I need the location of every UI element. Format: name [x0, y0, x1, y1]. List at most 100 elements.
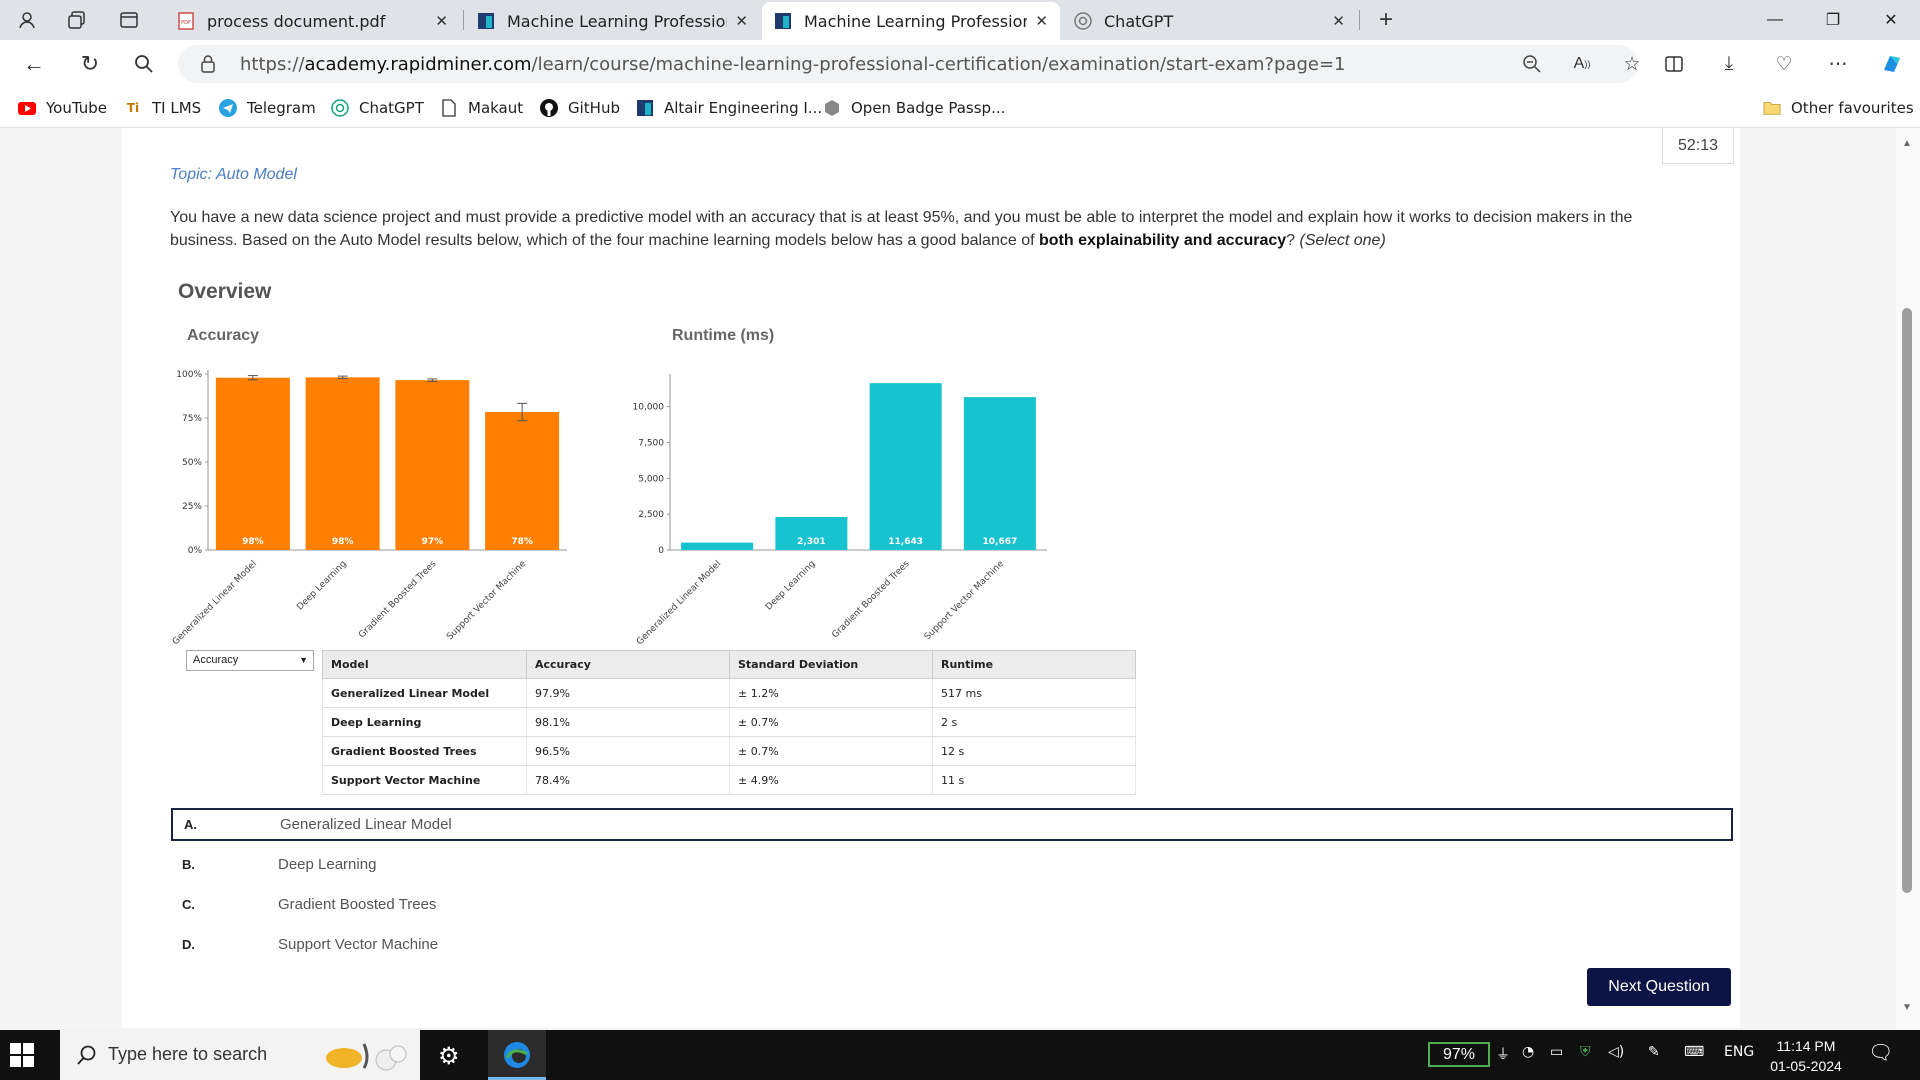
next-question-button[interactable]: Next Question	[1587, 968, 1731, 1006]
battery-indicator[interactable]: 97%	[1428, 1042, 1490, 1067]
exam-content: 52:13 Topic: Auto Model You have a new d…	[122, 128, 1740, 1028]
question-text: You have a new data science project and …	[170, 209, 1633, 249]
bookmark-github[interactable]: GitHub	[540, 96, 620, 120]
search-icon[interactable]	[130, 50, 158, 78]
read-aloud-icon[interactable]: A))	[1568, 50, 1596, 78]
x-tick-label: Deep Learning	[764, 559, 817, 612]
url-text[interactable]: https://academy.rapidminer.com/learn/cou…	[240, 54, 1345, 75]
page-scrollbar[interactable]: ▲ ▼	[1896, 128, 1920, 1030]
bar	[305, 377, 380, 550]
restore-icon[interactable]: ❐	[1810, 0, 1856, 40]
window-close-icon[interactable]: ✕	[1868, 0, 1914, 40]
windows-start-icon[interactable]	[10, 1043, 34, 1067]
runtime-chart: 0 2,500 5,000 7,500 10,000 Generalized Linear…	[633, 374, 1047, 645]
option-b[interactable]: B. Deep Learning	[171, 848, 1733, 881]
table-header: Runtime	[932, 650, 1136, 679]
chatgpt-icon	[331, 99, 349, 117]
security-shield-icon[interactable]: ⛨	[1580, 1044, 1591, 1060]
power-plug-icon[interactable]: ⏚	[1496, 1044, 1510, 1064]
accuracy-chart: 0% 25% 50% 75% 100% 98% Generalized Linear Mod…	[171, 370, 567, 645]
split-screen-icon[interactable]	[1660, 50, 1688, 78]
table-row: Deep Learning 98.1% ± 0.7% 2 s	[322, 707, 1136, 737]
overview-title: Overview	[178, 280, 272, 303]
close-icon[interactable]: ✕	[1332, 12, 1345, 30]
table-cell: 96.5%	[526, 736, 730, 766]
results-table: Model Accuracy Standard Deviation Runtim…	[322, 650, 1136, 795]
scroll-up-icon[interactable]: ▲	[1902, 138, 1912, 149]
battery-icon[interactable]: ▭	[1550, 1044, 1563, 1060]
bookmark-ti-lms[interactable]: Ti TI LMS	[124, 96, 201, 120]
y-tick-label: 25%	[182, 502, 202, 512]
volume-icon[interactable]: ◁)	[1608, 1044, 1624, 1060]
more-menu-icon[interactable]: ⋯	[1824, 50, 1852, 78]
downloads-icon[interactable]: ⤓	[1715, 50, 1743, 78]
table-cell: 517 ms	[932, 678, 1136, 708]
bookmark-open-badge[interactable]: Open Badge Passp...	[823, 96, 1005, 120]
minimize-icon[interactable]: —	[1752, 0, 1798, 40]
tab-process-document[interactable]: PDF process document.pdf ✕	[165, 2, 460, 40]
scroll-down-icon[interactable]: ▼	[1902, 1002, 1912, 1013]
table-cell: Deep Learning	[322, 707, 527, 737]
youtube-icon	[18, 99, 36, 117]
language-indicator[interactable]: ENG	[1724, 1044, 1754, 1060]
bookmark-telegram[interactable]: Telegram	[219, 96, 316, 120]
bookmark-altair[interactable]: Altair Engineering I...	[636, 96, 822, 120]
tab-chatgpt[interactable]: ChatGPT ✕	[1062, 2, 1357, 40]
page-icon	[440, 99, 458, 117]
bar	[869, 383, 942, 550]
option-letter: B.	[182, 857, 195, 872]
tab-actions-icon[interactable]	[116, 7, 142, 33]
keyboard-icon[interactable]: ⌨	[1684, 1044, 1704, 1060]
wifi-icon[interactable]: ◔	[1522, 1044, 1534, 1060]
favorite-star-icon[interactable]: ☆	[1618, 50, 1646, 78]
address-bar[interactable]: https://academy.rapidminer.com/learn/cou…	[178, 45, 1641, 83]
data-label: 98%	[332, 537, 354, 547]
windows-taskbar: Type here to search ⚙ 97% ⏚ ◔ ▭ ⛨ ◁) ✎ ⌨…	[0, 1030, 1920, 1080]
back-icon[interactable]: ←	[20, 50, 48, 78]
y-tick-label: 100%	[176, 370, 202, 380]
notifications-icon[interactable]: 🗨	[1868, 1040, 1893, 1064]
option-letter: A.	[184, 817, 197, 832]
metric-select[interactable]: Accuracy ▼	[186, 650, 314, 671]
tab-ml-professional-1[interactable]: Machine Learning Professional - ✕	[465, 2, 760, 40]
pen-icon[interactable]: ✎	[1648, 1044, 1660, 1060]
option-letter: D.	[182, 937, 195, 952]
profile-icon[interactable]	[14, 7, 40, 33]
tab-ml-professional-2[interactable]: Machine Learning Professional C ✕	[762, 2, 1060, 40]
topic-label: Topic: Auto Model	[170, 166, 297, 183]
close-icon[interactable]: ✕	[735, 12, 748, 30]
bookmark-youtube[interactable]: YouTube	[18, 96, 107, 120]
zoom-icon[interactable]	[1518, 50, 1546, 78]
table-header: Standard Deviation	[729, 650, 933, 679]
copilot-icon[interactable]	[1878, 50, 1906, 78]
y-tick-label: 0%	[188, 546, 203, 556]
scrollbar-thumb[interactable]	[1902, 308, 1912, 893]
taskbar-search[interactable]: Type here to search	[60, 1030, 420, 1080]
option-c[interactable]: C. Gradient Boosted Trees	[171, 888, 1733, 921]
bookmark-other-favourites[interactable]: Other favourites	[1763, 96, 1914, 120]
table-cell: ± 1.2%	[729, 678, 933, 708]
option-d[interactable]: D. Support Vector Machine	[171, 928, 1733, 961]
settings-gear-icon[interactable]: ⚙	[438, 1042, 460, 1071]
option-a[interactable]: A. Generalized Linear Model	[171, 808, 1733, 841]
browser-essentials-icon[interactable]: ♡	[1770, 50, 1798, 78]
data-label: 2,301	[797, 537, 825, 547]
tab-title: ChatGPT	[1104, 11, 1174, 31]
bar	[963, 397, 1036, 550]
clock[interactable]: 11:14 PM 01-05-2024	[1764, 1036, 1848, 1076]
exam-timer: 52:13	[1662, 128, 1734, 164]
bookmark-makaut[interactable]: Makaut	[440, 96, 523, 120]
table-header: Model	[322, 650, 527, 679]
table-cell: 78.4%	[526, 765, 730, 795]
close-icon[interactable]: ✕	[435, 12, 448, 30]
refresh-icon[interactable]: ↻	[76, 50, 104, 78]
edge-taskbar-icon[interactable]	[488, 1030, 546, 1080]
dropdown-arrow-icon: ▼	[299, 655, 308, 665]
new-tab-icon[interactable]: +	[1373, 6, 1399, 33]
table-cell: Gradient Boosted Trees	[322, 736, 527, 766]
lock-icon[interactable]	[200, 54, 216, 79]
workspaces-icon[interactable]	[64, 7, 90, 33]
bookmark-chatgpt[interactable]: ChatGPT	[331, 96, 424, 120]
close-icon[interactable]: ✕	[1035, 12, 1048, 30]
rapidminer-icon	[774, 12, 792, 30]
